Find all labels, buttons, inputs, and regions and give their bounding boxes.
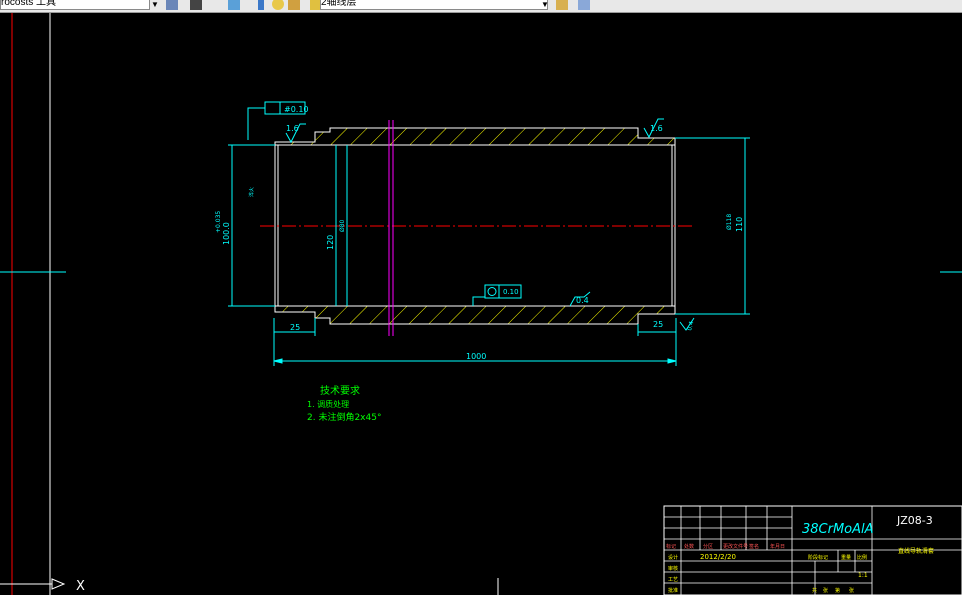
lightbulb-icon[interactable]: [258, 0, 264, 10]
workspace-combo[interactable]: rocosts 工具: [0, 0, 150, 10]
sheet-label-sheets-1: 张: [823, 587, 828, 594]
tech-item-2: 2. 未注倒角2x45°: [307, 411, 381, 423]
layer-state-icon[interactable]: [166, 0, 178, 10]
sheet-label-total: 共: [812, 587, 817, 594]
dim-120-text: 120: [326, 235, 335, 250]
left-label-approve: 批准: [668, 587, 678, 594]
top-wall-hatch: [274, 127, 676, 146]
side-note-text: 淬火: [248, 187, 255, 197]
ucs-x-label: X: [76, 579, 85, 594]
leader-top-note: [247, 107, 265, 140]
ucs-icon: X: [0, 578, 85, 594]
dim-1000-text: 1000: [466, 352, 486, 361]
dim-100-tol-text: +0.035: [215, 211, 222, 233]
workspace-combo-dropdown-icon[interactable]: ▼: [150, 0, 160, 10]
tech-title: 技术要求: [320, 384, 360, 397]
dim-110-text: 110: [735, 217, 744, 232]
scale-value: 1:1: [858, 572, 868, 579]
left-label-design: 设计: [668, 554, 678, 561]
row-label-change-doc: 更改文件号: [723, 543, 748, 550]
row-label-signature: 签名: [749, 543, 759, 550]
leader-cylindricity: [472, 296, 485, 306]
tolerance-value-text: 0.10: [503, 288, 519, 296]
lock-icon[interactable]: [288, 0, 300, 10]
layer-combo[interactable]: 2轴线层: [320, 0, 548, 10]
ratio-label: 比例: [857, 554, 867, 561]
drawing-canvas[interactable]: #0.10 1.6 1.6 0.4 120 Ø80 100.0 +0.035 1…: [0, 13, 962, 595]
top-note-text: #0.10: [284, 105, 309, 114]
technical-requirements: 技术要求 1. 调质处理 2. 未注倒角2x45°: [307, 384, 381, 423]
layer-previous-icon[interactable]: [578, 0, 590, 10]
roughness-top-right-text: 1.6: [650, 124, 663, 133]
title-block: 标记 处数 分区 更改文件号 签名 年月日 设计 审核 工艺 批准 阶段标记 重…: [663, 505, 962, 595]
dim-100-text: 100.0: [222, 222, 231, 245]
cylindricity-icon: [487, 287, 497, 296]
roughness-right-text: 0.4: [686, 320, 695, 331]
sheet-label-sheets-2: 张: [849, 587, 854, 594]
drawing-number: JZ08-3: [896, 514, 933, 527]
dim-phi80-text: Ø80: [339, 219, 346, 232]
top-toolbar: rocosts 工具 ▼ 2轴线层 ▼: [0, 0, 962, 13]
part-name: 直线导轨滑套: [898, 547, 934, 555]
weight-label: 重量: [841, 554, 851, 561]
arrow-1000-right: [667, 358, 677, 364]
left-label-process: 工艺: [668, 577, 678, 583]
sun-icon[interactable]: [272, 0, 284, 10]
arrow-1000-left: [273, 358, 283, 364]
title-left-labels: 设计 审核 工艺 批准 阶段标记 重量 比例 共 张 第 张: [668, 554, 867, 594]
left-label-review: 审核: [668, 565, 678, 572]
layer-properties-icon[interactable]: [556, 0, 568, 10]
dim-phi-right-text: Ø118: [726, 214, 733, 230]
row-label-date: 年月日: [770, 543, 785, 550]
layer-combo-dropdown-icon[interactable]: ▼: [540, 0, 550, 10]
layer-freeze-icon[interactable]: [190, 0, 202, 10]
roughness-bottom-text: 0.4: [576, 296, 589, 305]
sheet-label-number: 第: [835, 587, 840, 594]
stage-label: 阶段标记: [808, 554, 828, 561]
row-label-mark: 标记: [666, 543, 676, 550]
roughness-top-left-text: 1.6: [286, 124, 299, 133]
row-label-zone: 分区: [703, 543, 713, 550]
material-text: 38CrMoAlA: [802, 522, 874, 537]
dim-25-right-text: 25: [653, 320, 663, 329]
layer-on-icon[interactable]: [228, 0, 240, 10]
bottom-wall-hatch: [274, 305, 676, 325]
tech-item-1: 1. 调质处理: [307, 399, 349, 409]
design-date: 2012/2/20: [700, 553, 736, 561]
row-label-count: 处数: [684, 543, 694, 550]
dim-25-left-text: 25: [290, 323, 300, 332]
